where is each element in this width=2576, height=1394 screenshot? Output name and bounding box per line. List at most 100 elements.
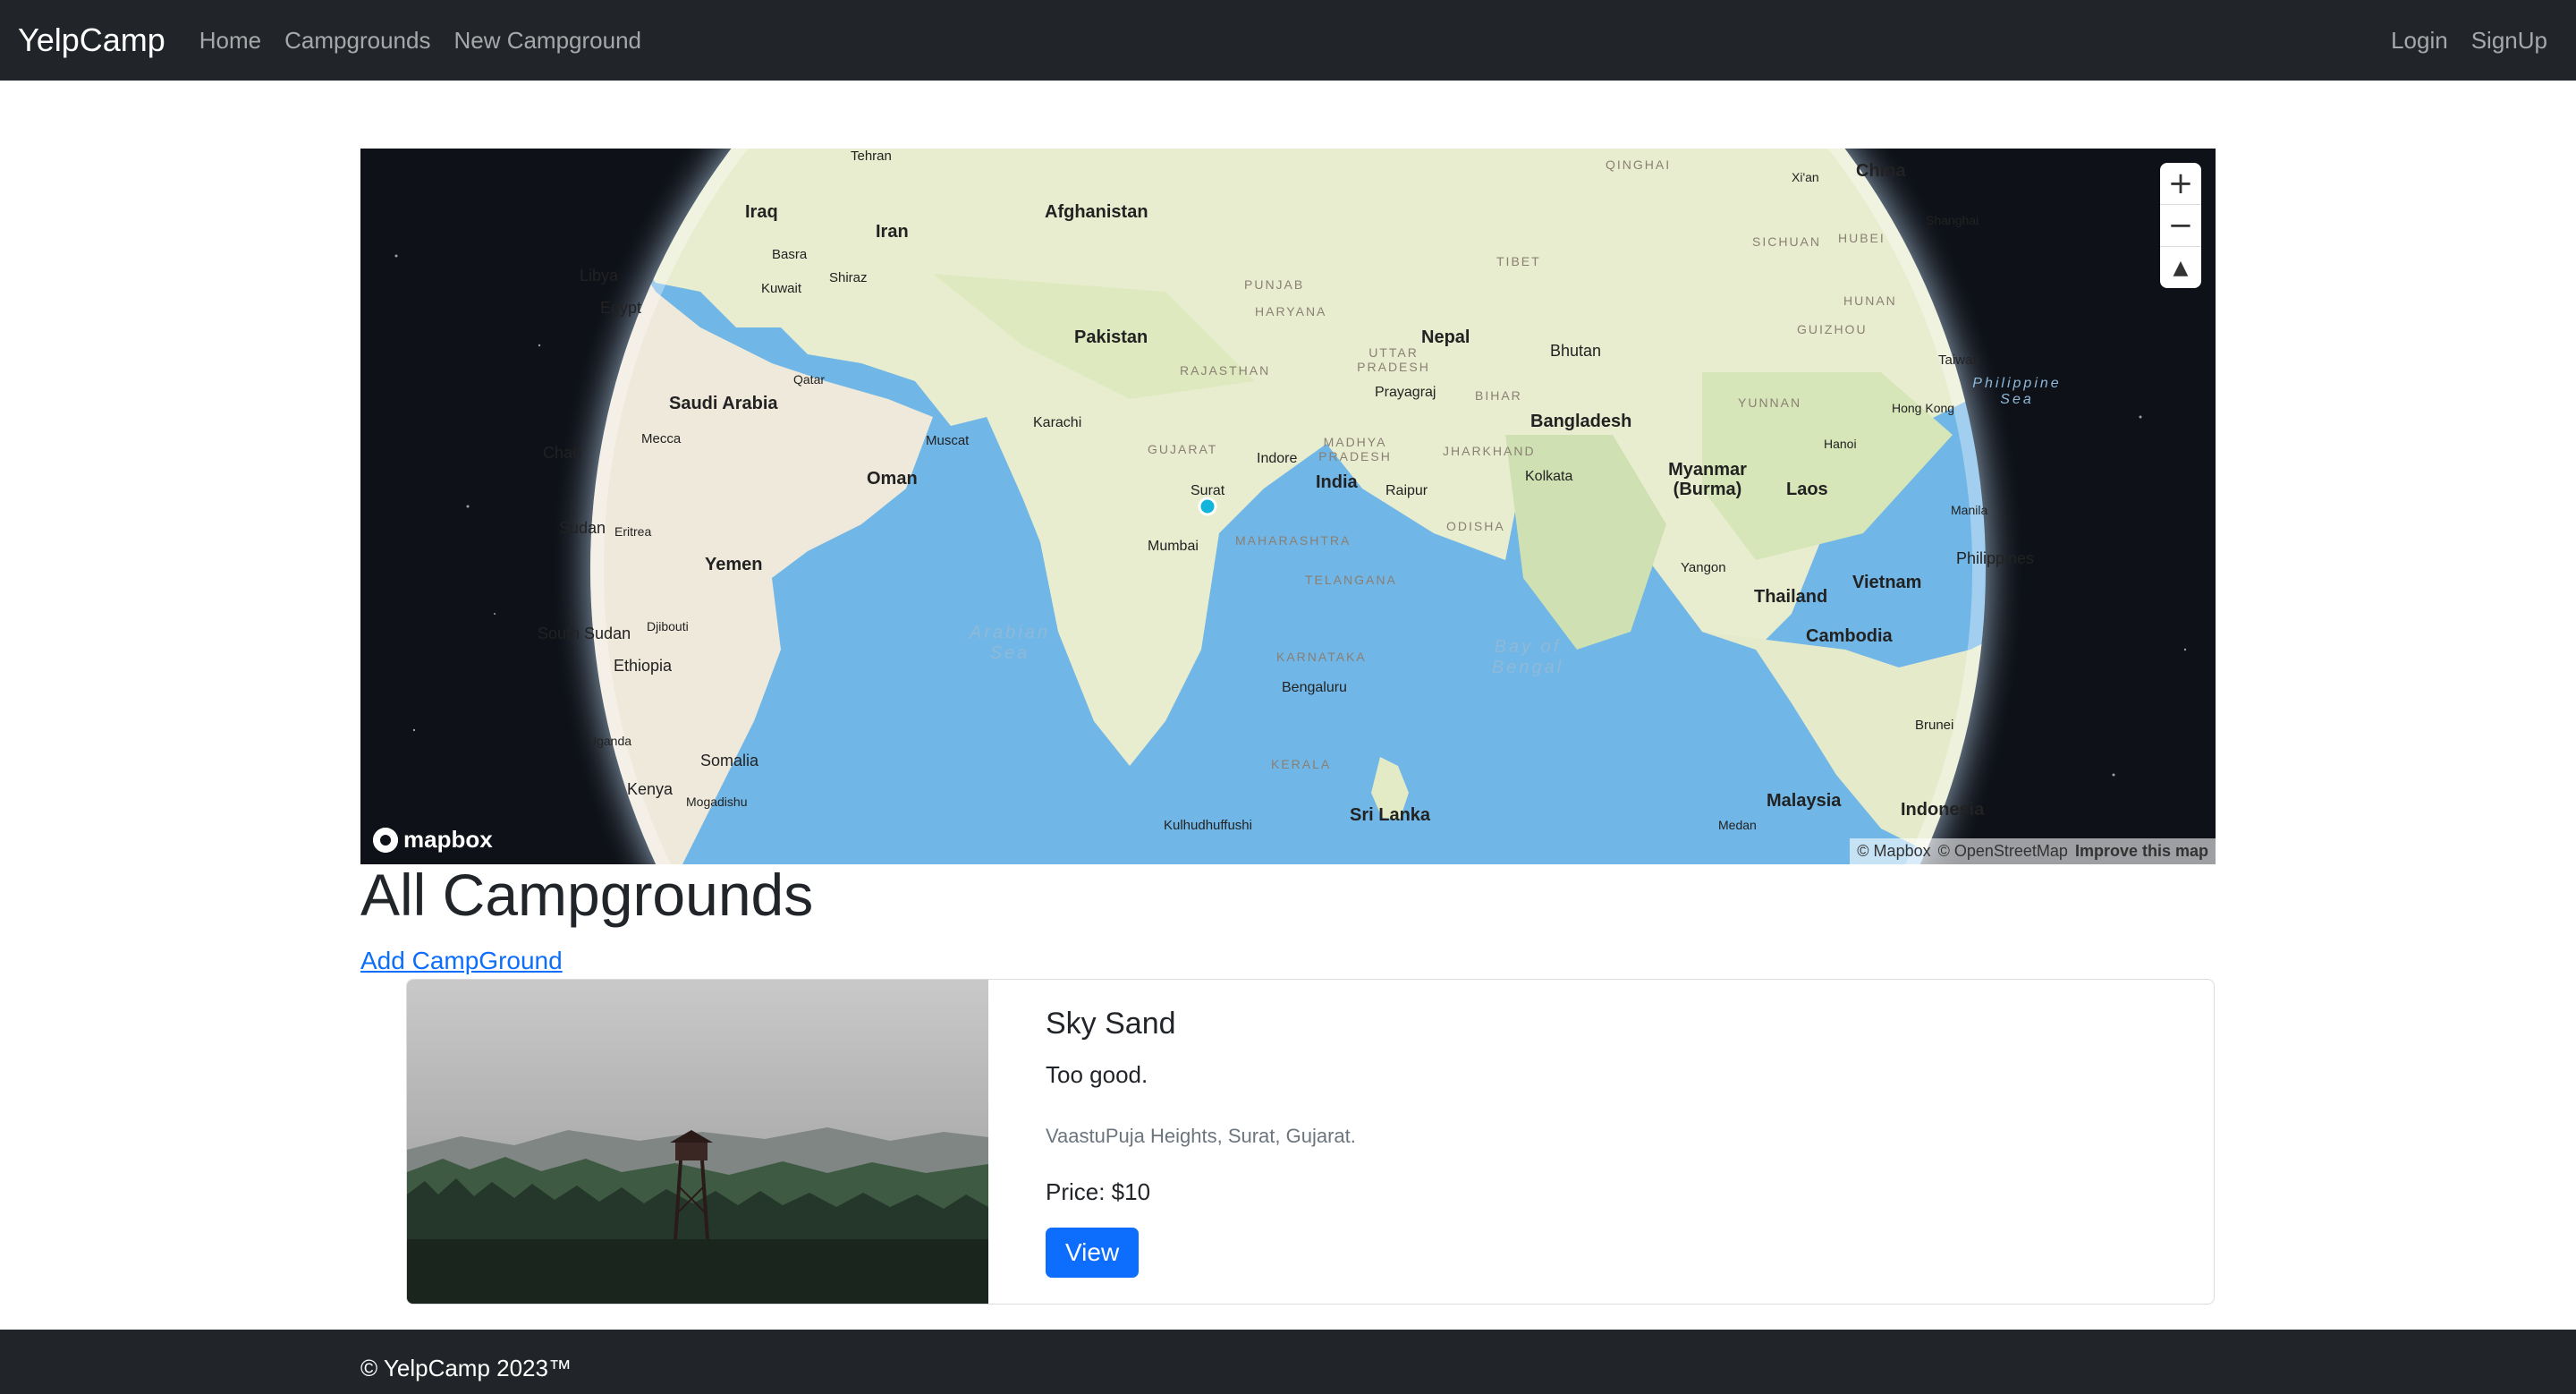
map-label-china: China — [1856, 161, 1906, 181]
campground-price: Price: $10 — [1046, 1178, 1151, 1205]
zoom-out-button[interactable]: − — [2160, 205, 2201, 247]
map-label-shanghai: Shanghai — [1926, 213, 1979, 227]
map-label-egypt: Egypt — [600, 299, 642, 317]
attribution-mapbox-link[interactable]: © Mapbox — [1857, 842, 1930, 861]
campground-card-body: Sky Sand Too good. VaastuPuja Heights, S… — [988, 980, 1413, 1304]
map-label-philippine-sea: Philippine Sea — [1972, 376, 2062, 407]
map-label-yemen: Yemen — [705, 555, 763, 574]
map-label-jharkhand: JHARKHAND — [1443, 444, 1536, 458]
map-label-bhutan: Bhutan — [1550, 342, 1602, 360]
map-label-tehran: Tehran — [851, 149, 892, 164]
map-label-thailand: Thailand — [1754, 587, 1828, 607]
map-label-telangana: TELANGANA — [1305, 573, 1397, 587]
map-label-philippines: Philippines — [1956, 549, 2035, 567]
campground-card: Sky Sand Too good. VaastuPuja Heights, S… — [406, 979, 2215, 1305]
campground-marker[interactable] — [1198, 497, 1217, 516]
footer: © YelpCamp 2023™ — [0, 1330, 2576, 1394]
map-label-iraq: Iraq — [745, 202, 778, 222]
map-label-manila: Manila — [1951, 503, 1988, 517]
map-label-libya: Libya — [580, 267, 619, 285]
nav-link-campgrounds[interactable]: Campgrounds — [284, 27, 430, 55]
nav-link-login[interactable]: Login — [2391, 27, 2448, 55]
map-label-myanmar: Myanmar (Burma) — [1668, 460, 1747, 499]
map-label-punjab: PUNJAB — [1244, 277, 1305, 292]
view-campground-button[interactable]: View — [1046, 1228, 1140, 1278]
map-label-qatar: Qatar — [793, 372, 826, 387]
map-label-djibouti: Djibouti — [647, 619, 689, 633]
map-label-uttar-pradesh: UTTAR PRADESH — [1357, 345, 1430, 374]
map-label-hong-kong: Hong Kong — [1892, 401, 1955, 415]
map-label-basra: Basra — [772, 247, 808, 262]
map-label-cambodia: Cambodia — [1806, 626, 1893, 646]
compass-button[interactable]: ▲ — [2160, 247, 2201, 288]
map-label-medan: Medan — [1718, 818, 1757, 832]
map-label-kuwait: Kuwait — [761, 281, 802, 296]
map-label-tibet: TIBET — [1496, 254, 1541, 268]
map-label-raipur: Raipur — [1385, 483, 1428, 498]
map-label-bihar: BIHAR — [1475, 388, 1522, 403]
map-label-pakistan: Pakistan — [1074, 327, 1148, 347]
map-label-prayagraj: Prayagraj — [1375, 385, 1436, 400]
map-label-bangladesh: Bangladesh — [1530, 412, 1632, 431]
campground-image-art — [407, 980, 988, 1304]
map-attribution: © Mapbox © OpenStreetMap Improve this ma… — [1850, 838, 2216, 864]
campground-title: Sky Sand — [1046, 1007, 1176, 1041]
map-label-mogadishu: Mogadishu — [686, 795, 748, 809]
map-label-qinghai: QINGHAI — [1606, 157, 1672, 172]
improve-map-link[interactable]: Improve this map — [2075, 842, 2208, 861]
mapbox-logo[interactable]: mapbox — [373, 826, 493, 854]
map-label-indonesia: Indonesia — [1901, 800, 1985, 820]
map-label-oman: Oman — [867, 469, 918, 489]
map-label-laos: Laos — [1786, 480, 1828, 499]
map-label-muscat: Muscat — [926, 433, 970, 448]
map-label-yunnan: YUNNAN — [1738, 395, 1802, 410]
map-label-maharashtra: MAHARASHTRA — [1235, 533, 1352, 548]
map-label-sri-lanka: Sri Lanka — [1350, 805, 1431, 825]
map-label-south-sudan: South Sudan — [538, 625, 631, 642]
map-label-sichuan: SICHUAN — [1752, 234, 1822, 249]
nav-link-home[interactable]: Home — [199, 27, 261, 55]
map-label-indore: Indore — [1257, 451, 1298, 466]
map-label-hanoi: Hanoi — [1824, 437, 1857, 451]
campground-description: Too good. — [1046, 1061, 1148, 1088]
map-label-kerala: KERALA — [1271, 757, 1332, 771]
brand-logo[interactable]: YelpCamp — [18, 21, 165, 59]
map-label-kulhudhuffushi: Kulhudhuffushi — [1164, 818, 1252, 833]
map-label-ethiopia: Ethiopia — [614, 657, 673, 675]
map-label-karnataka: KARNATAKA — [1276, 650, 1367, 664]
footer-copyright: © YelpCamp 2023™ — [360, 1355, 572, 1381]
nav-link-new-campground[interactable]: New Campground — [453, 27, 641, 55]
map-label-madhya-pradesh: MADHYA PRADESH — [1318, 435, 1392, 463]
campground-image — [407, 980, 988, 1304]
map-label-india: India — [1316, 472, 1358, 492]
map-label-vietnam: Vietnam — [1852, 573, 1922, 592]
map-label-shiraz: Shiraz — [829, 270, 868, 285]
attribution-osm-link[interactable]: © OpenStreetMap — [1938, 842, 2068, 861]
map-label-uganda: Uganda — [588, 734, 632, 748]
map-label-iran: Iran — [876, 222, 909, 242]
nav-auth-links: Login SignUp — [2391, 27, 2571, 55]
mapbox-logo-icon — [373, 827, 398, 853]
map-label-taiwan: Taiwan — [1938, 353, 1980, 368]
campground-location: VaastuPuja Heights, Surat, Gujarat. — [1046, 1125, 1356, 1147]
map-label-kolkata: Kolkata — [1525, 469, 1573, 484]
map-label-hubei: HUBEI — [1838, 231, 1885, 245]
map-label-afghanistan: Afghanistan — [1045, 202, 1148, 222]
zoom-in-button[interactable]: + — [2160, 163, 2201, 205]
map-label-somalia: Somalia — [700, 752, 759, 769]
map-label-malaysia: Malaysia — [1767, 791, 1842, 811]
map-label-karachi: Karachi — [1033, 415, 1082, 430]
map-label-kenya: Kenya — [627, 780, 674, 798]
cluster-map[interactable]: China Afghanistan Iraq Iran Pakistan Nep… — [360, 149, 2216, 864]
map-label-arabian-sea: Arabian Sea — [970, 623, 1050, 663]
map-label-bay-of-bengal: Bay of Bengal — [1491, 637, 1564, 677]
nav-link-signup[interactable]: SignUp — [2471, 27, 2547, 55]
map-label-guizhou: GUIZHOU — [1797, 322, 1868, 336]
map-label-hunan: HUNAN — [1843, 293, 1897, 308]
map-label-xian: Xi'an — [1792, 170, 1819, 184]
map-label-odisha: ODISHA — [1446, 519, 1505, 533]
add-campground-link[interactable]: Add CampGround — [360, 947, 563, 975]
map-label-mecca: Mecca — [641, 431, 682, 446]
map-label-brunei: Brunei — [1915, 718, 1954, 733]
map-label-yangon: Yangon — [1681, 560, 1726, 575]
